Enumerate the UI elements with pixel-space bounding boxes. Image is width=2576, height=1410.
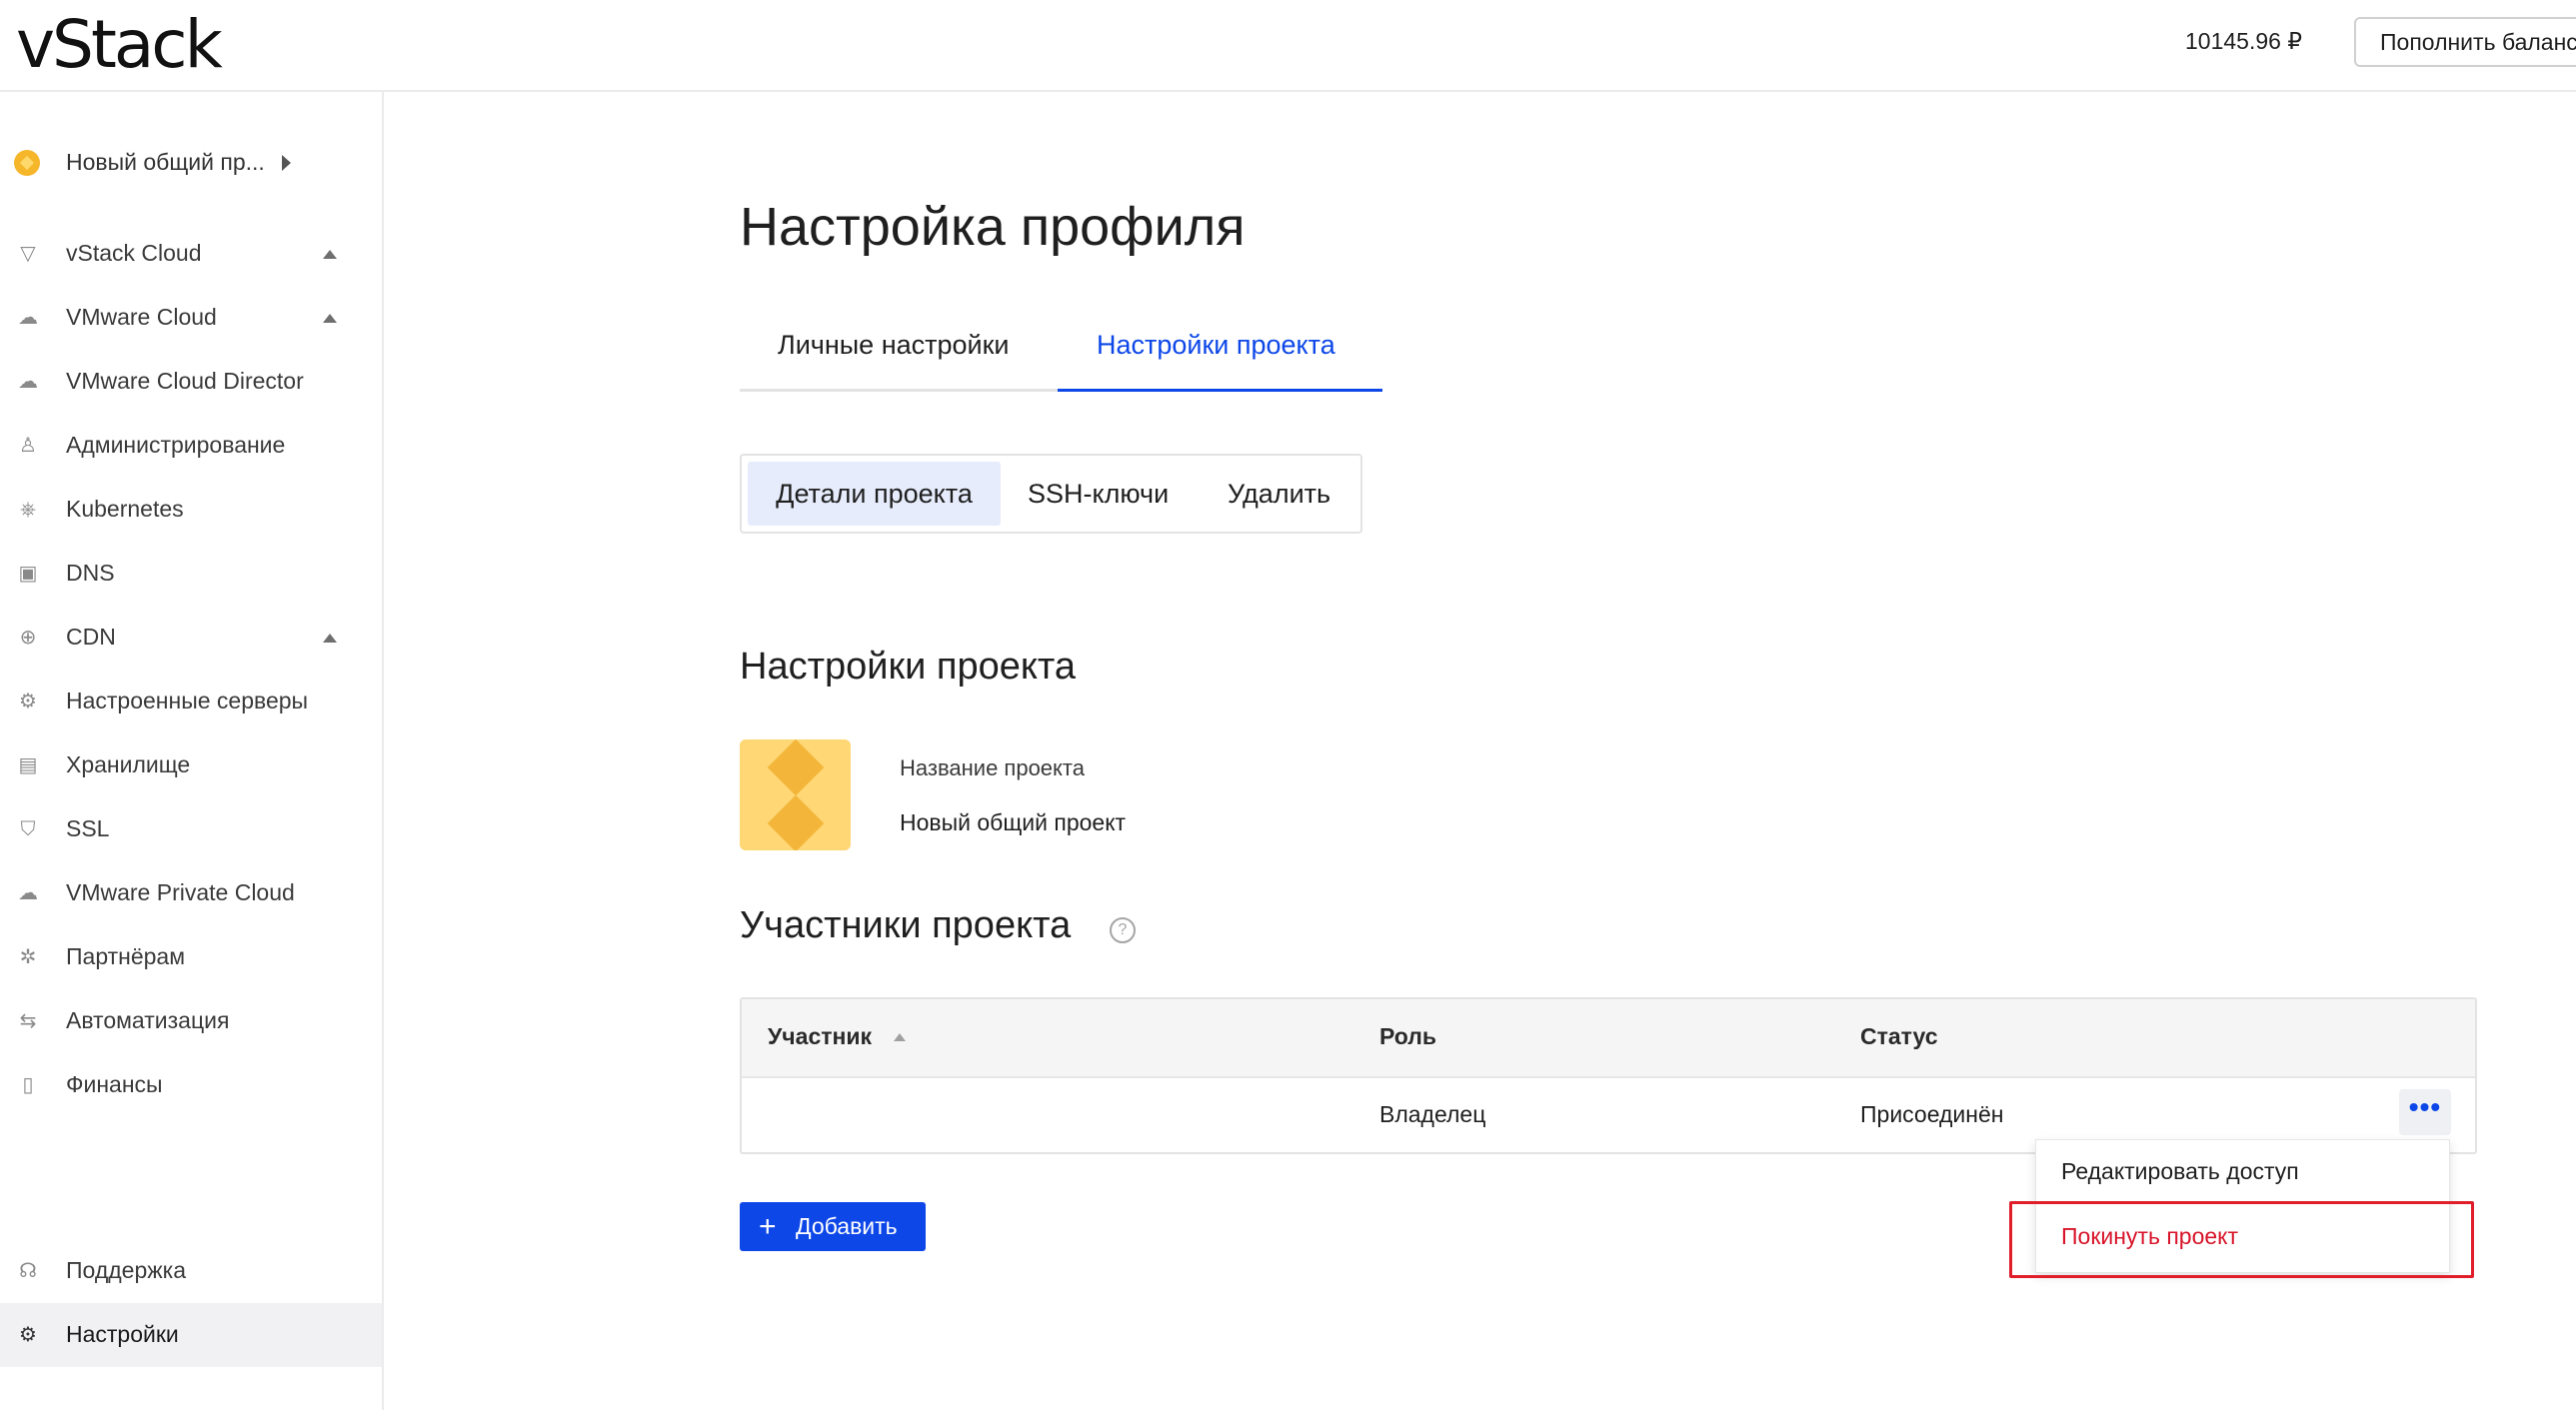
sidebar-item-label: CDN <box>66 624 116 650</box>
sort-ascending-icon[interactable] <box>894 1033 906 1041</box>
table-header: Участник Роль Статус <box>742 999 2475 1078</box>
shield-icon: ⛉ <box>20 818 36 840</box>
sidebar-item-label: Поддержка <box>66 1257 186 1283</box>
headset-icon: ☊ <box>19 1260 37 1282</box>
profile-tabs: Личные настройки Настройки проекта <box>740 322 1382 392</box>
kubernetes-icon: ⎈ <box>20 499 36 521</box>
sidebar-item-label: VMware Private Cloud <box>66 879 295 905</box>
sidebar-item-label: Партнёрам <box>66 943 186 969</box>
project-name-label: Название проекта <box>900 755 1085 780</box>
avatar-diamond <box>767 794 825 850</box>
sidebar-item-ssl[interactable]: ⛉ SSL <box>0 801 382 857</box>
sidebar-item-label: Финансы <box>66 1071 163 1097</box>
project-switcher[interactable]: Новый общий пр... <box>14 142 374 182</box>
sidebar-item-label: Kubernetes <box>66 496 184 522</box>
subtab-delete[interactable]: Удалить <box>1228 462 1330 526</box>
sidebar-item-kubernetes[interactable]: ⎈ Kubernetes <box>0 482 382 538</box>
plus-icon: + <box>759 1210 777 1243</box>
database-icon: ▤ <box>18 754 38 776</box>
active-tab-indicator <box>1058 389 1382 392</box>
document-icon: ▯ <box>22 1074 34 1096</box>
sidebar-item-label: Администрирование <box>66 432 286 458</box>
sidebar-item-vmware-cloud-director[interactable]: ☁ VMware Cloud Director <box>0 354 382 410</box>
sidebar-item-storage[interactable]: ▤ Хранилище <box>0 737 382 793</box>
row-actions-menu: Редактировать доступ Покинуть проект <box>2035 1139 2450 1273</box>
top-bar: vStack 10145.96 ₽ Пополнить баланс <box>0 0 2576 92</box>
column-header-member[interactable]: Участник <box>768 1023 872 1050</box>
top-up-balance-button[interactable]: Пополнить баланс <box>2354 17 2576 67</box>
sidebar-item-label: SSL <box>66 815 110 841</box>
subtab-ssh-keys[interactable]: SSH-ключи <box>1028 462 1169 526</box>
column-header-role: Роль <box>1379 1023 1436 1049</box>
sidebar-item-label: VMware Cloud Director <box>66 368 304 394</box>
project-avatar-icon <box>14 150 40 176</box>
cell-status: Присоединён <box>1860 1101 2004 1127</box>
cloud-director-icon: ☁ <box>18 371 38 393</box>
sidebar-item-support[interactable]: ☊ Поддержка <box>0 1243 382 1299</box>
server-gear-icon: ⚙ <box>19 691 37 712</box>
caret-up-icon <box>323 634 337 643</box>
caret-up-icon <box>323 314 337 323</box>
sidebar-item-vmware-private-cloud[interactable]: ☁ VMware Private Cloud <box>0 865 382 921</box>
sidebar-item-configured-servers[interactable]: ⚙ Настроенные серверы <box>0 674 382 729</box>
page-title: Настройка профиля <box>740 197 1246 257</box>
sidebar-item-administration[interactable]: ♙ Администрирование <box>0 418 382 474</box>
gear-icon: ⚙ <box>19 1324 37 1346</box>
sidebar-item-automation[interactable]: ⇆ Автоматизация <box>0 993 382 1049</box>
logo[interactable]: vStack <box>16 6 223 83</box>
admin-icon: ♙ <box>19 435 37 457</box>
avatar-diamond <box>767 739 825 796</box>
sidebar: Новый общий пр... ▽ vStack Cloud ☁ VMwar… <box>0 92 384 1410</box>
caret-up-icon <box>323 250 337 259</box>
members-table: Участник Роль Статус Владелец Присоединё… <box>740 997 2477 1154</box>
automation-icon: ⇆ <box>19 1010 37 1032</box>
add-button-label: Добавить <box>796 1213 898 1239</box>
sidebar-item-label: vStack Cloud <box>66 240 202 266</box>
sidebar-item-dns[interactable]: ▣ DNS <box>0 546 382 602</box>
project-avatar <box>740 739 851 850</box>
sidebar-item-label: DNS <box>66 560 115 586</box>
sidebar-item-label: VMware Cloud <box>66 304 217 330</box>
caret-right-icon <box>282 155 291 171</box>
menu-item-edit-access[interactable]: Редактировать доступ <box>2061 1158 2299 1185</box>
tab-personal-settings[interactable]: Личные настройки <box>778 330 1010 361</box>
project-settings-heading: Настройки проекта <box>740 646 1077 688</box>
project-members-heading: Участники проекта <box>740 904 1072 946</box>
sidebar-item-finances[interactable]: ▯ Финансы <box>0 1057 382 1113</box>
row-actions-button[interactable]: ••• <box>2399 1089 2451 1135</box>
menu-item-leave-project[interactable]: Покинуть проект <box>2061 1223 2238 1250</box>
sidebar-item-label: Хранилище <box>66 751 191 777</box>
sidebar-item-vmware-cloud[interactable]: ☁ VMware Cloud <box>0 290 382 346</box>
project-subtabs: Детали проекта SSH-ключи Удалить <box>740 454 1362 534</box>
project-switcher-label: Новый общий пр... <box>66 149 265 175</box>
help-icon[interactable]: ? <box>1110 917 1136 943</box>
column-header-status: Статус <box>1860 1023 1938 1049</box>
tab-project-settings[interactable]: Настройки проекта <box>1097 330 1335 361</box>
vstack-icon: ▽ <box>20 243 36 265</box>
private-cloud-icon: ☁ <box>18 882 38 904</box>
sidebar-item-vstack-cloud[interactable]: ▽ vStack Cloud <box>0 226 382 282</box>
globe-icon: ⊕ <box>19 627 37 649</box>
sidebar-item-label: Настройки <box>66 1321 179 1347</box>
subtab-project-details[interactable]: Детали проекта <box>748 462 1001 526</box>
cloud-icon: ☁ <box>18 307 38 329</box>
cell-role: Владелец <box>1379 1101 1486 1127</box>
partners-icon: ✲ <box>19 946 37 968</box>
sidebar-item-label: Автоматизация <box>66 1007 230 1033</box>
add-member-button[interactable]: + Добавить <box>740 1202 926 1251</box>
sidebar-item-cdn[interactable]: ⊕ CDN <box>0 610 382 666</box>
balance-amount: 10145.96 ₽ <box>2185 28 2302 54</box>
sidebar-item-label: Настроенные серверы <box>66 688 309 713</box>
sidebar-item-partners[interactable]: ✲ Партнёрам <box>0 929 382 985</box>
sidebar-item-settings[interactable]: ⚙ Настройки <box>0 1303 382 1367</box>
project-name-value: Новый общий проект <box>900 809 1127 835</box>
dns-icon: ▣ <box>18 563 38 585</box>
